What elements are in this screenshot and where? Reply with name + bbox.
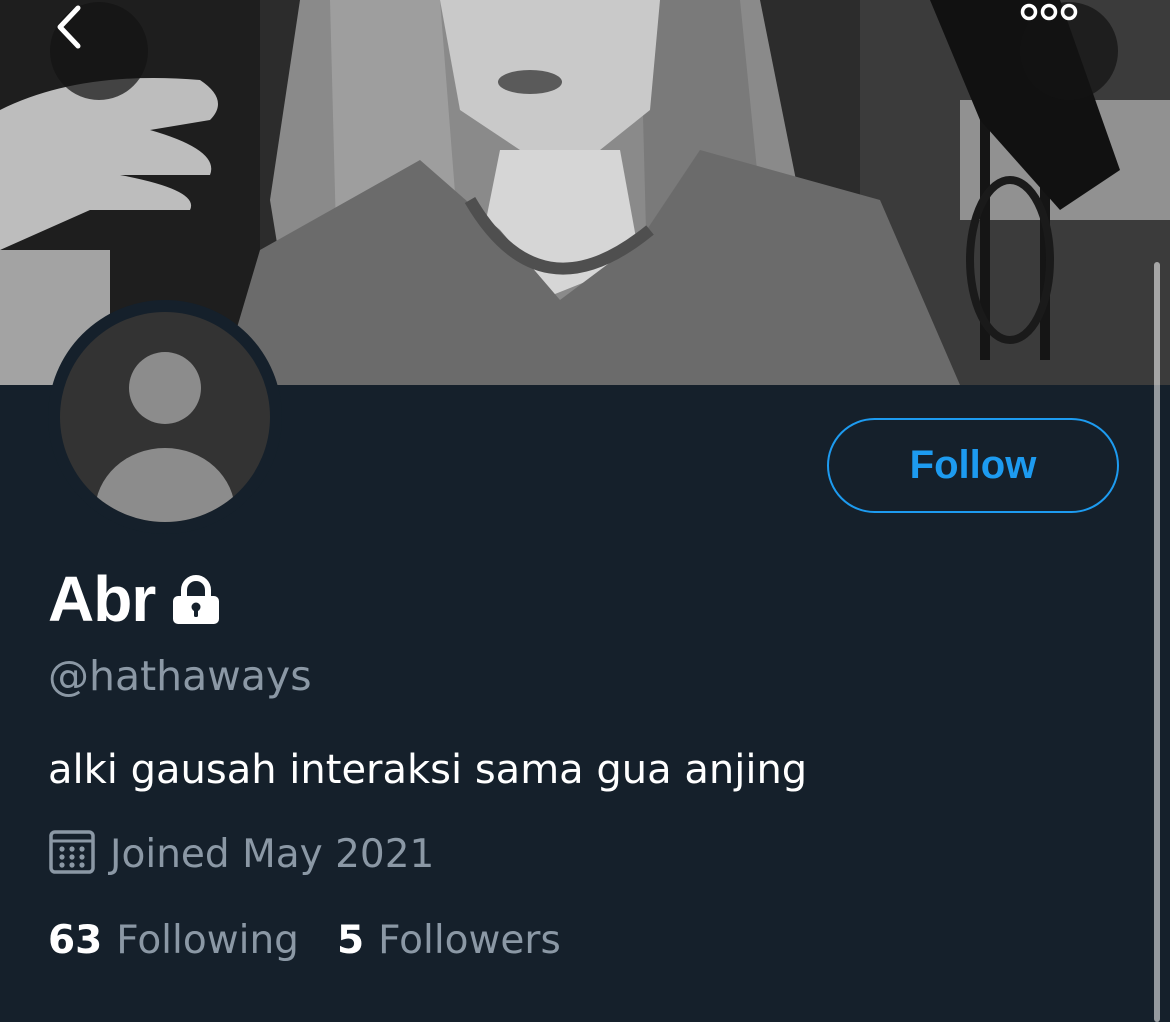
following-count: 63 xyxy=(48,918,103,963)
follow-button[interactable]: Follow xyxy=(827,418,1119,513)
display-name: Abr xyxy=(48,563,156,635)
following-label: Following xyxy=(116,918,299,963)
followers-label: Followers xyxy=(378,918,561,963)
avatar[interactable] xyxy=(60,312,270,522)
username-handle: @hathaways xyxy=(48,652,312,700)
following-link[interactable]: 63 Following xyxy=(48,918,299,963)
lock-icon xyxy=(171,574,221,631)
followers-count: 5 xyxy=(336,918,365,963)
scrollbar[interactable] xyxy=(1154,262,1160,1022)
profile-name-row: Abr xyxy=(48,562,221,636)
joined-date-row: Joined May 2021 xyxy=(48,828,434,880)
chevron-left-icon xyxy=(57,5,81,49)
calendar-icon xyxy=(48,828,96,881)
joined-date: Joined May 2021 xyxy=(110,831,435,877)
default-avatar-icon xyxy=(95,352,235,522)
back-button[interactable] xyxy=(50,2,148,100)
follow-stats: 63 Following 5 Followers xyxy=(48,918,561,963)
followers-link[interactable]: 5 Followers xyxy=(337,918,561,963)
more-horizontal-icon xyxy=(1020,3,1078,21)
more-options-button[interactable] xyxy=(1020,2,1118,100)
profile-bio: alki gausah interaksi sama gua anjing xyxy=(48,747,808,793)
